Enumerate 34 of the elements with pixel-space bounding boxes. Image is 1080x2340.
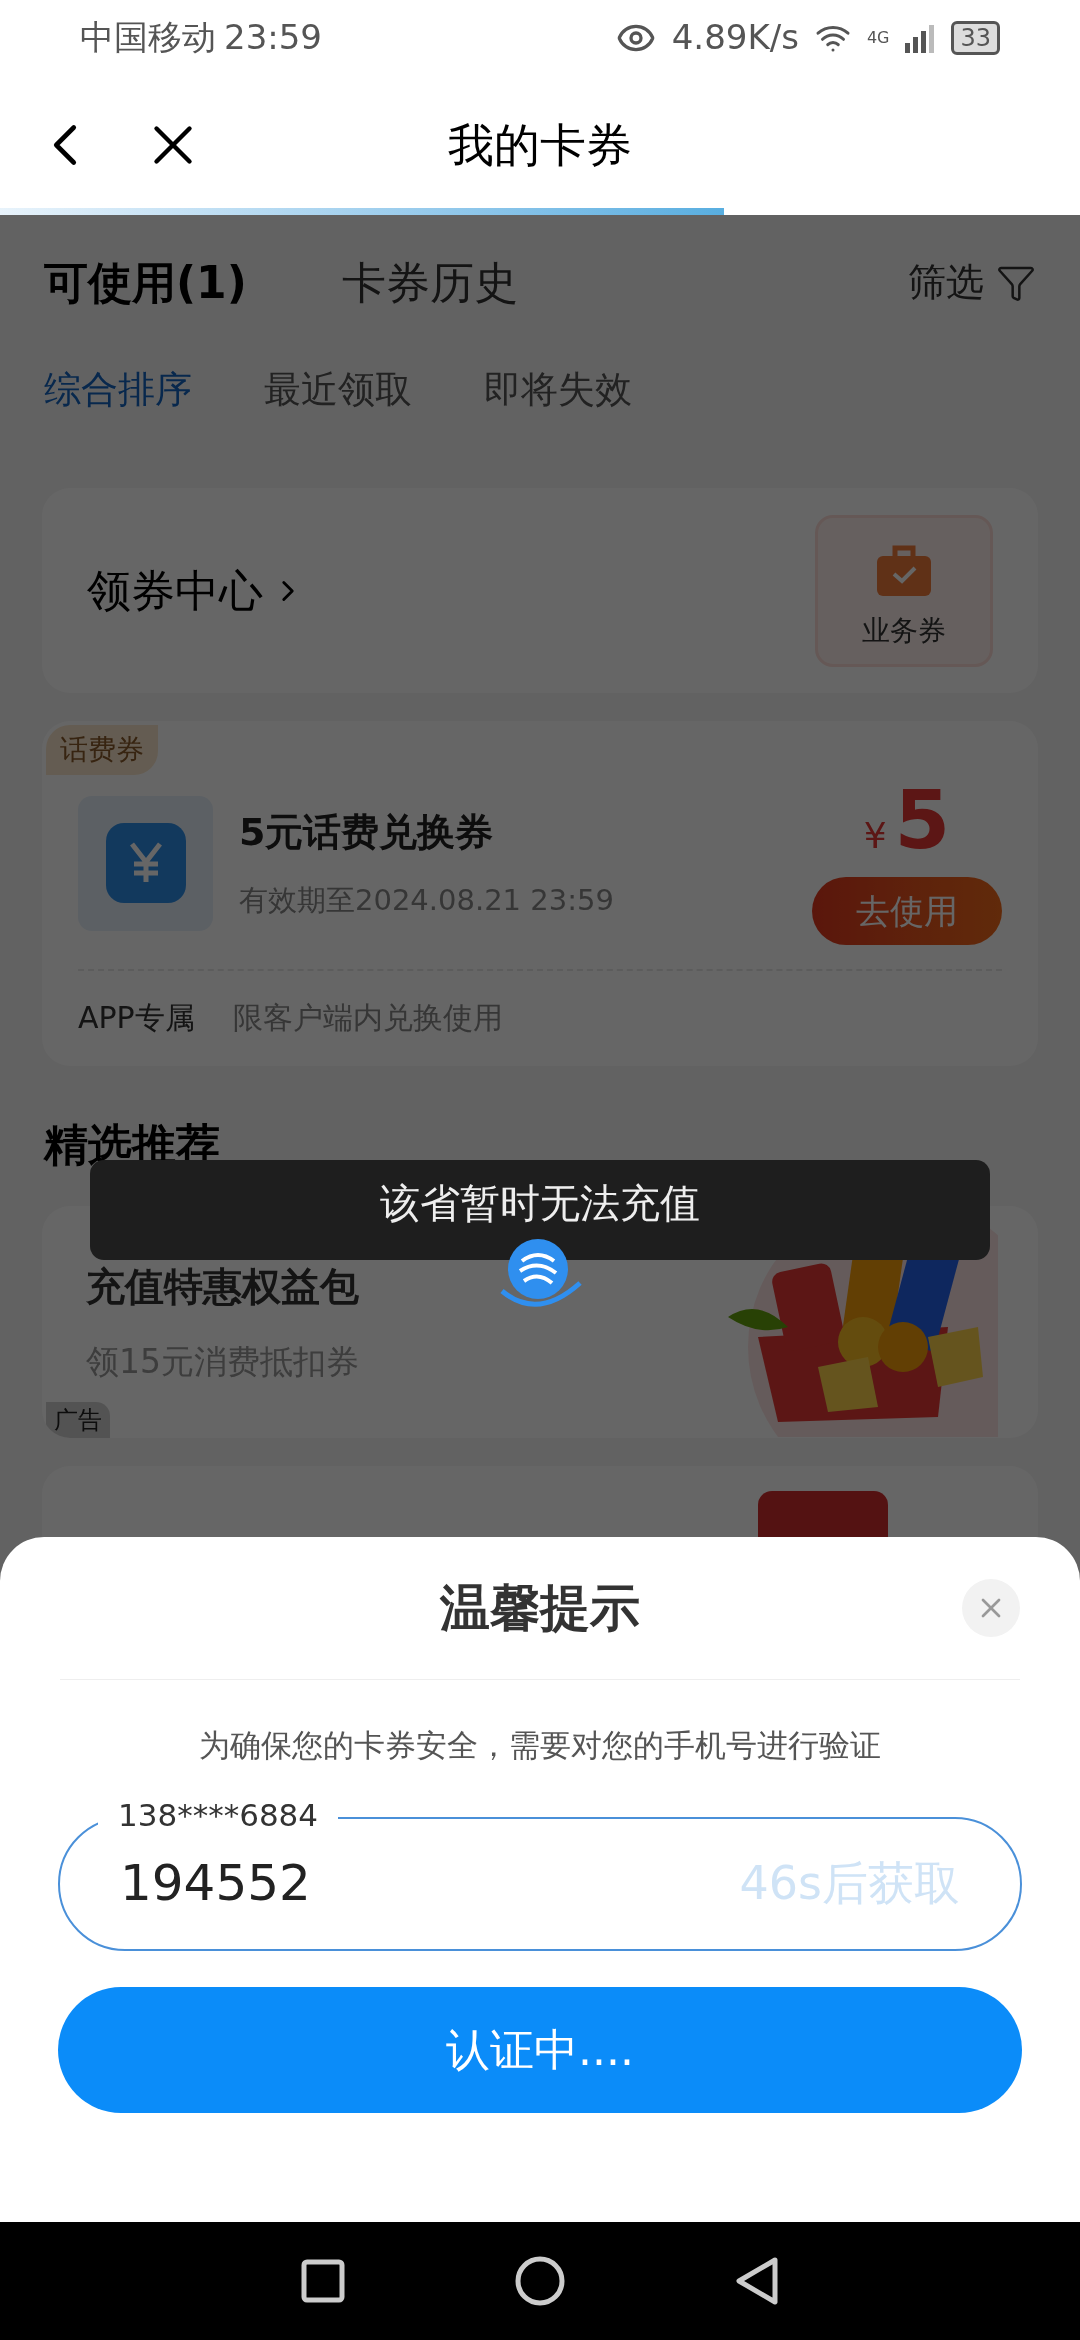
- sort-option[interactable]: 最近领取: [264, 362, 412, 418]
- signal-icon: [905, 22, 936, 53]
- verify-button[interactable]: 认证中....: [58, 1986, 1022, 2113]
- business-coupon-badge[interactable]: 业务券: [815, 514, 993, 667]
- back-nav-button[interactable]: [735, 2256, 779, 2306]
- clock: 23:59: [224, 16, 322, 59]
- battery-indicator: 33: [951, 20, 1000, 55]
- coupon-amount: 5: [894, 781, 951, 861]
- badge-label: 业务券: [862, 612, 946, 649]
- sort-option[interactable]: 综合排序: [44, 362, 192, 418]
- coupon-title: 5元话费兑换券: [239, 808, 495, 856]
- coupon-note: APP专属: [78, 999, 195, 1037]
- briefcase-icon: [877, 543, 931, 596]
- yen-icon: [127, 842, 164, 884]
- sort-option[interactable]: 即将失效: [484, 362, 632, 418]
- network-speed: 4.89K/s: [671, 16, 799, 59]
- coupon-center-title: 领券中心: [87, 563, 263, 618]
- field-value: 194552: [120, 1853, 311, 1914]
- use-button[interactable]: 去使用: [812, 877, 1002, 945]
- coupon-tag: 话费券: [46, 725, 158, 775]
- recent-apps-button[interactable]: [301, 2259, 345, 2303]
- coupon-center-card[interactable]: 领券中心 业务券: [42, 488, 1038, 693]
- ad-label: 广告: [46, 1402, 110, 1438]
- carrier-label: 中国移动: [80, 16, 216, 59]
- dialog-title: 温馨提示: [440, 1577, 640, 1639]
- page-title: 我的卡券: [448, 116, 632, 174]
- network-type: 4G: [866, 27, 890, 49]
- tab[interactable]: 卡券历史: [341, 249, 518, 316]
- filter-button[interactable]: 筛选: [908, 254, 1036, 311]
- dialog-message: 为确保您的卡券安全，需要对您的手机号进行验证: [199, 1726, 881, 1765]
- home-button[interactable]: [515, 2256, 565, 2306]
- promo-title: 充值特惠权益包: [86, 1263, 359, 1311]
- currency-symbol: ¥: [863, 814, 887, 858]
- tab[interactable]: 可使用(1): [44, 249, 247, 316]
